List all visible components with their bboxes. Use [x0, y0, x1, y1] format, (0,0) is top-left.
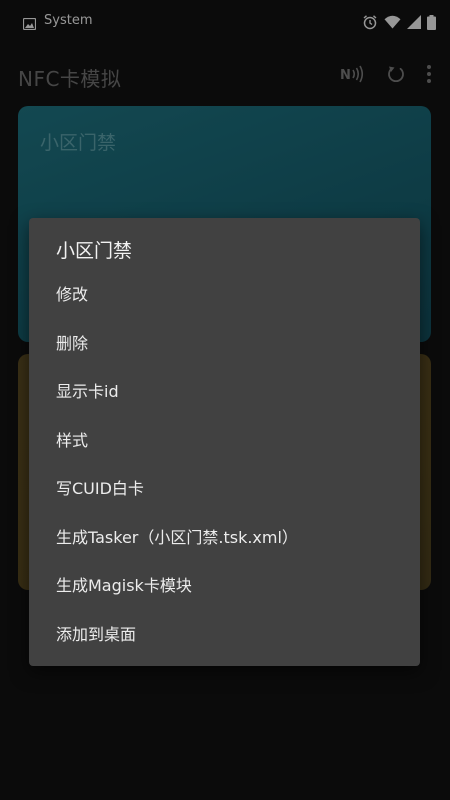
menu-item-generate-magisk[interactable]: 生成Magisk卡模块 [29, 560, 420, 609]
screen: System NFC卡模拟 N 小区门禁 小区门禁 修改 删除 显示卡id 样式… [0, 0, 450, 800]
menu-item-generate-tasker[interactable]: 生成Tasker（小区门禁.tsk.xml） [29, 512, 420, 561]
context-menu-dialog: 小区门禁 修改 删除 显示卡id 样式 写CUID白卡 生成Tasker（小区门… [29, 218, 420, 666]
menu-item-edit[interactable]: 修改 [29, 269, 420, 318]
menu-item-show-card-id[interactable]: 显示卡id [29, 366, 420, 415]
menu-title: 小区门禁 [56, 240, 133, 262]
menu-item-write-cuid[interactable]: 写CUID白卡 [29, 463, 420, 512]
menu-item-delete[interactable]: 删除 [29, 318, 420, 367]
menu-item-style[interactable]: 样式 [29, 415, 420, 464]
menu-list: 修改 删除 显示卡id 样式 写CUID白卡 生成Tasker（小区门禁.tsk… [29, 269, 420, 657]
menu-item-add-to-desktop[interactable]: 添加到桌面 [29, 609, 420, 658]
